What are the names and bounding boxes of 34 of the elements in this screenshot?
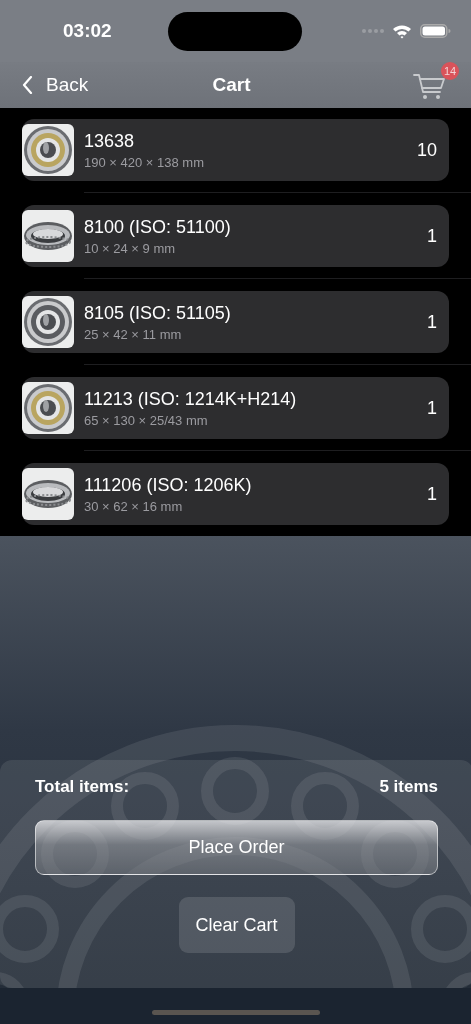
clock-time: 03:02 (63, 20, 113, 42)
product-dimensions: 10 × 24 × 9 mm (84, 240, 177, 256)
back-button[interactable]: Back (22, 74, 132, 96)
product-name: 11213 (ISO: 1214K+H214) (84, 388, 298, 410)
product-name: 8105 (ISO: 51105) (84, 302, 232, 324)
quantity-value: 1 (427, 483, 437, 505)
product-name: 8100 (ISO: 51100) (84, 216, 232, 238)
product-dimensions: 25 × 42 × 11 mm (84, 326, 183, 342)
cart-item[interactable]: 11213 (ISO: 1214K+H214) 65 × 130 × 25/43 mm 1 (22, 377, 449, 439)
quantity-value: 1 (427, 225, 437, 247)
total-value: 5 items (379, 777, 438, 797)
place-order-button[interactable]: Place Order (35, 820, 438, 875)
quantity-value: 1 (427, 311, 437, 333)
cart-icon (413, 72, 446, 100)
quantity-value: 1 (427, 397, 437, 419)
total-label: Total items: (35, 777, 130, 797)
signal-icon (362, 28, 384, 34)
product-dimensions: 65 × 130 × 25/43 mm (84, 412, 209, 428)
cart-item[interactable]: 13638 190 × 420 × 138 mm 10 (22, 119, 449, 181)
battery-icon (420, 24, 451, 38)
cart-item[interactable]: 8100 (ISO: 51100) 10 × 24 × 9 mm 1 (22, 205, 449, 267)
count-badge: 14 (441, 62, 459, 80)
clear-cart-button[interactable]: Clear Cart (178, 897, 295, 953)
product-name: 111206 (ISO: 1206K) (84, 474, 253, 496)
product-dimensions: 30 × 62 × 16 mm (84, 498, 184, 514)
cart-item[interactable]: 111206 (ISO: 1206K) 30 × 62 × 16 mm 1 (22, 463, 449, 525)
quantity-value: 10 (416, 139, 437, 161)
home-indicator[interactable] (151, 1010, 320, 1015)
screen-title: Cart (211, 74, 252, 96)
chevron-left-icon (22, 76, 33, 94)
wifi-icon (392, 23, 412, 39)
cart-item[interactable]: 8105 (ISO: 51105) 25 × 42 × 11 mm 1 (22, 291, 449, 353)
product-dimensions: 190 × 420 × 138 mm (84, 154, 205, 170)
product-name: 13638 (84, 130, 136, 152)
